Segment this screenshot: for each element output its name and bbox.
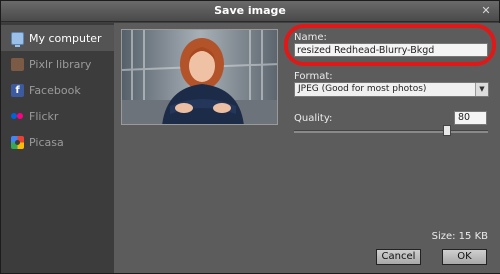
close-icon[interactable]: ✕: [479, 4, 493, 18]
title-bar: Save image ✕: [1, 1, 499, 22]
sidebar-item-my-computer[interactable]: My computer: [1, 25, 114, 51]
quality-slider-thumb[interactable]: [442, 125, 451, 136]
sidebar-item-pixlr-library[interactable]: Pixlr library: [1, 51, 114, 77]
sidebar-item-label: Flickr: [29, 109, 59, 123]
quality-slider-track[interactable]: [294, 130, 488, 133]
facebook-icon: f: [11, 83, 24, 97]
sidebar-item-label: Facebook: [29, 83, 81, 97]
sidebar-item-facebook[interactable]: f Facebook: [1, 77, 114, 103]
picasa-icon: [11, 135, 24, 149]
sidebar-item-label: Pixlr library: [29, 57, 92, 71]
save-options-panel: Name: Format: JPEG (Good for most photos…: [114, 23, 500, 273]
image-preview: [121, 29, 278, 125]
sidebar-item-label: Picasa: [29, 135, 64, 149]
photo-thumbnail: [122, 30, 277, 124]
format-label: Format:: [294, 71, 333, 82]
sidebar-item-picasa[interactable]: Picasa: [1, 129, 114, 155]
sidebar-item-label: My computer: [29, 31, 102, 45]
quality-value-input[interactable]: 80: [454, 111, 487, 125]
name-label: Name:: [294, 32, 327, 43]
format-selected-value: JPEG (Good for most photos): [298, 84, 427, 94]
pixlr-library-icon: [11, 57, 24, 71]
file-size-readout: Size: 15 KB: [431, 231, 488, 242]
sidebar-item-flickr[interactable]: Flickr: [1, 103, 114, 129]
flickr-icon: [11, 110, 24, 123]
chevron-down-icon[interactable]: ▼: [475, 83, 488, 96]
file-name-input[interactable]: [294, 43, 488, 57]
computer-icon: [11, 31, 24, 47]
dialog-title: Save image: [214, 4, 286, 17]
save-image-dialog: Save image ✕ My computer Pixlr library f…: [0, 0, 500, 274]
save-destination-sidebar: My computer Pixlr library f Facebook Fli…: [1, 23, 114, 273]
ok-button[interactable]: OK: [442, 249, 487, 265]
quality-label: Quality:: [294, 113, 333, 124]
format-select[interactable]: JPEG (Good for most photos) ▼: [294, 82, 489, 97]
cancel-button[interactable]: Cancel: [376, 249, 421, 265]
